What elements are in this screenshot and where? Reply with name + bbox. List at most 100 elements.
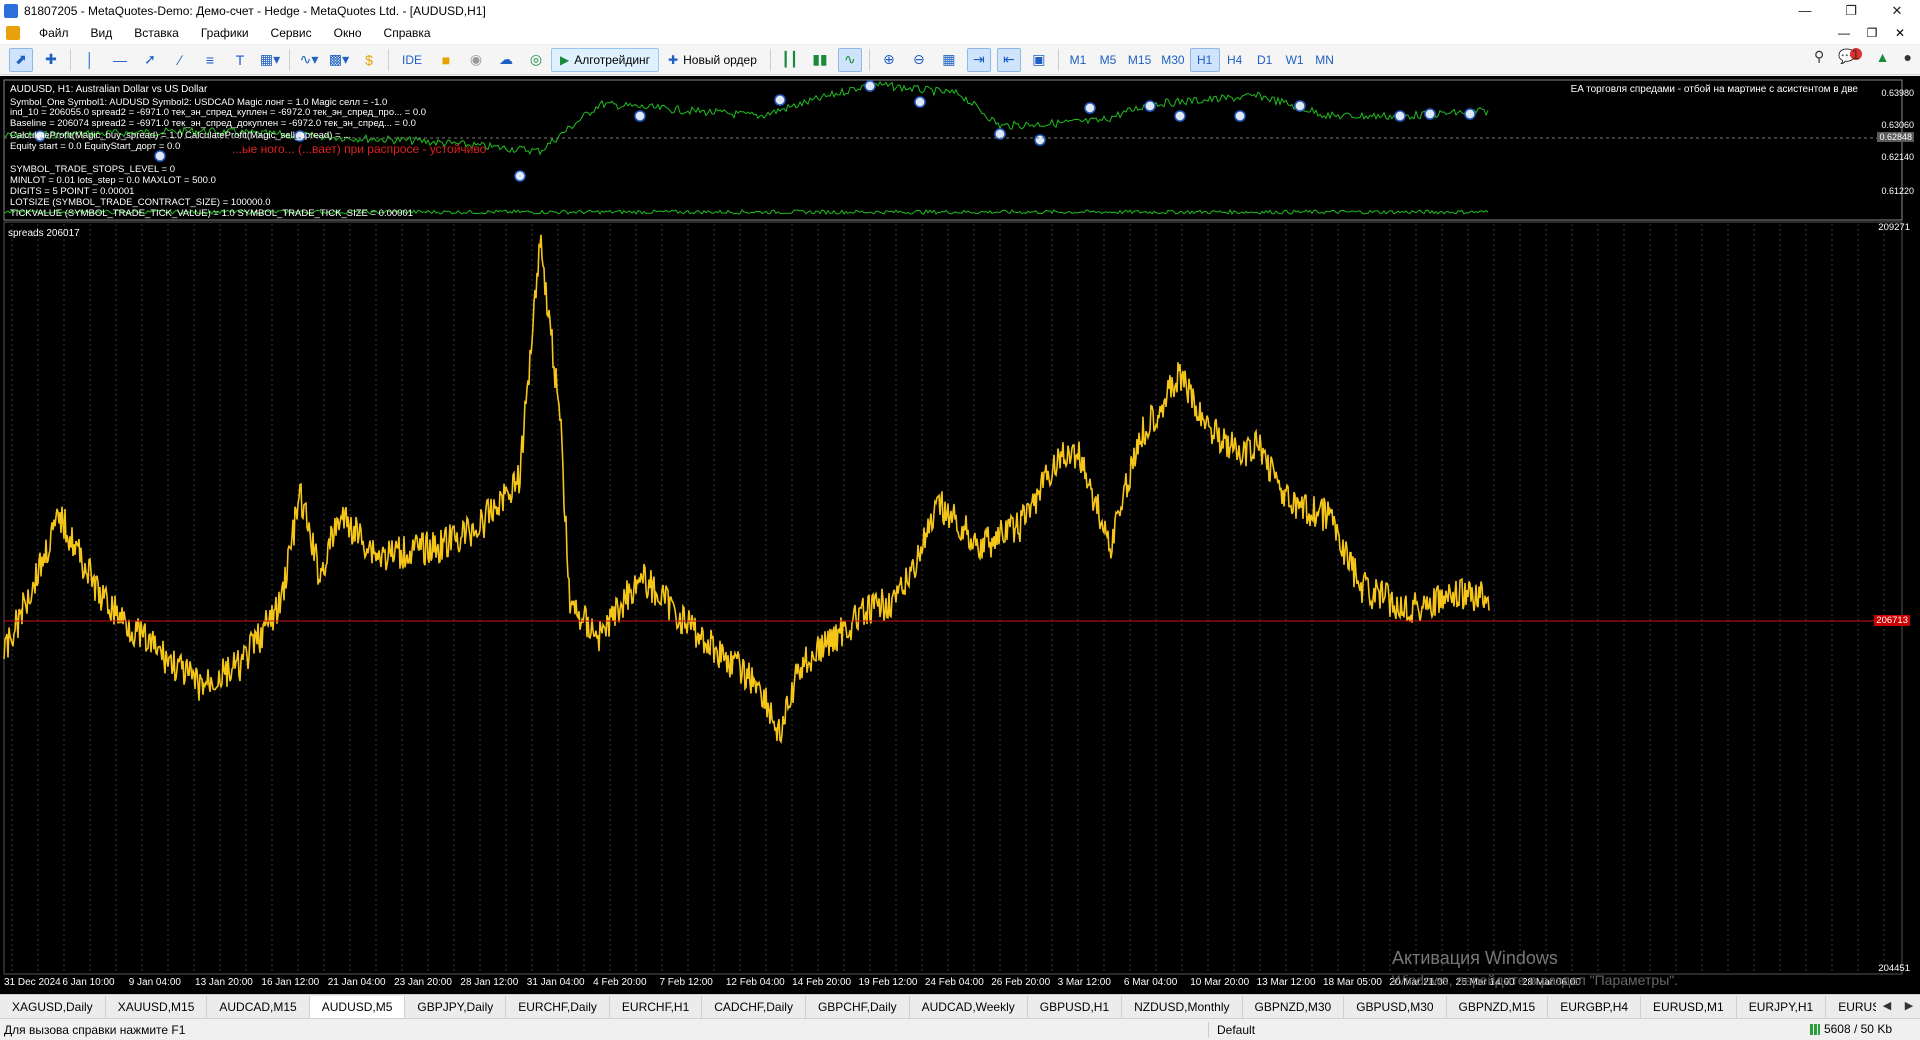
date-axis-label: 7 Feb 12:00 [659, 977, 713, 988]
tab-navigation: ◀ ▶ [1876, 995, 1920, 1017]
date-axis-label: 6 Jan 10:00 [62, 977, 115, 988]
menu-help[interactable]: Справка [373, 26, 442, 40]
new-order-button[interactable]: ✚ Новый ордер [659, 48, 766, 72]
autoscroll-icon[interactable]: ⇥ [966, 47, 991, 72]
account-icon[interactable]: ● [1904, 49, 1912, 65]
info-line: LOTSIZE (SYMBOL_TRADE_CONTRACT_SIZE) = 1… [10, 197, 271, 208]
chart-shift-icon[interactable]: ⇤ [996, 47, 1021, 72]
timeframe-w1[interactable]: W1 [1280, 48, 1310, 72]
screenshot-icon[interactable]: ▣ [1027, 48, 1051, 72]
search-icon[interactable]: ⚲ [1814, 48, 1824, 65]
grid-icon[interactable]: ▦ [937, 48, 961, 72]
trendline-icon[interactable]: ➚ [138, 48, 162, 72]
notifications-icon[interactable]: 💬1 [1838, 47, 1862, 65]
restore-icon[interactable]: ❐ [1828, 0, 1874, 22]
chart-tab[interactable]: EURGBP,H4 [1548, 995, 1642, 1018]
chart-tab[interactable]: AUDUSD,M5 [309, 995, 406, 1018]
line-chart-icon[interactable]: ∿ [837, 47, 862, 72]
algotrading-button[interactable]: ▶ Алготрейдинг [551, 47, 660, 72]
menu-view[interactable]: Вид [80, 26, 124, 40]
trade-marker [864, 80, 876, 92]
templates-icon[interactable]: ▩▾ [327, 48, 351, 72]
mdi-close-icon[interactable]: ✕ [1886, 22, 1914, 44]
chart-tab[interactable]: XAUUSD,M15 [105, 995, 208, 1018]
text-tool-icon[interactable]: T [228, 48, 252, 72]
date-axis-label: 31 Dec 2024 [4, 977, 61, 988]
ide-button[interactable]: IDE [393, 48, 431, 72]
timeframe-mn[interactable]: MN [1310, 48, 1340, 72]
menu-tools[interactable]: Сервис [260, 26, 323, 40]
vertical-line-icon[interactable]: │ [78, 48, 102, 72]
bar-chart-icon[interactable]: ┃┃ [778, 48, 802, 72]
tab-prev-icon[interactable]: ◀ [1876, 995, 1898, 1017]
timeframe-m15[interactable]: M15 [1123, 48, 1156, 72]
chart-tab[interactable]: GBPNZD,M30 [1242, 995, 1345, 1018]
timeframe-h4[interactable]: H4 [1220, 48, 1250, 72]
signals-icon[interactable]: ◉ [464, 48, 488, 72]
cloud-icon[interactable]: ☁ [494, 48, 518, 72]
timeframe-h1[interactable]: H1 [1189, 47, 1220, 72]
chart-tab[interactable]: XAGUSD,Daily [0, 995, 106, 1018]
toolbar: ⬈ ✚ │ — ➚ ∕ ≡ T ▦▾ ∿▾ ▩▾ $ IDE ■ ◉ ☁ ◎ ▶… [0, 45, 1920, 75]
chart-tab[interactable]: NZDUSD,Monthly [1122, 995, 1243, 1018]
indicators-icon[interactable]: ∿▾ [297, 48, 321, 72]
toolbar-separator [868, 48, 870, 71]
zoom-in-icon[interactable]: ⊕ [877, 48, 901, 72]
date-axis-label: 9 Jan 04:00 [128, 977, 181, 988]
indicator-label: spreads 206017 [8, 228, 80, 239]
info-line: Baseline = 206074 spread2 = -6971.0 тек_… [10, 118, 416, 129]
chart-tab[interactable]: GBPNZD,M15 [1446, 995, 1549, 1018]
toolbar-separator [289, 48, 290, 71]
chart-tab[interactable]: AUDCAD,M15 [207, 995, 310, 1018]
menu-charts[interactable]: Графики [190, 26, 260, 40]
status-traffic: 5608 / 50 Kb [1809, 1022, 1892, 1036]
toolbar-right: ⚲ 💬1 ▲ ● [1814, 47, 1912, 65]
date-axis-label: 13 Mar 12:00 [1256, 977, 1316, 988]
toolbar-separator [1057, 48, 1059, 71]
current-price-label: 0.62848 [1877, 132, 1914, 142]
timeframe-d1[interactable]: D1 [1250, 48, 1280, 72]
algotrading-label: Алготрейдинг [574, 52, 651, 67]
mdi-restore-icon[interactable]: ❐ [1858, 22, 1886, 44]
chart-window[interactable]: AUDUSD, H1: Australian Dollar vs US Doll… [0, 76, 1920, 994]
lock-icon[interactable]: ■ [434, 48, 458, 72]
tab-next-icon[interactable]: ▶ [1898, 995, 1920, 1017]
chart-tab[interactable]: GBPUSD,M30 [1344, 995, 1447, 1018]
chart-tab[interactable]: EURCHF,H1 [609, 995, 703, 1018]
channel-icon[interactable]: ∕ [168, 48, 192, 72]
zoom-out-icon[interactable]: ⊖ [907, 48, 931, 72]
cursor-icon[interactable]: ⬈ [9, 47, 33, 72]
chart-tab[interactable]: GBPCHF,Daily [805, 995, 910, 1018]
fibonacci-icon[interactable]: ≡ [198, 48, 222, 72]
trade-marker [1034, 134, 1046, 146]
menu-file[interactable]: Файл [28, 26, 80, 40]
timeframe-m1[interactable]: M1 [1063, 48, 1093, 72]
chart-tab[interactable]: CADCHF,Daily [702, 995, 806, 1018]
horizontal-line-icon[interactable]: — [108, 48, 132, 72]
chart-tab[interactable]: GBPUSD,H1 [1027, 995, 1123, 1018]
menu-insert[interactable]: Вставка [123, 26, 190, 40]
chart-tab[interactable]: AUDCAD,Weekly [909, 995, 1028, 1018]
chart-tab[interactable]: EURUSD,M1 [1641, 995, 1737, 1018]
app-icon [4, 4, 18, 18]
traffic-value: 5608 / 50 Kb [1823, 1022, 1892, 1036]
close-icon[interactable]: ✕ [1874, 0, 1920, 22]
crosshair-icon[interactable]: ✚ [39, 48, 63, 72]
chart-tab[interactable]: EURJPY,H1 [1736, 995, 1827, 1018]
chart-tab[interactable]: EURCHF,Daily [506, 995, 610, 1018]
mdi-minimize-icon[interactable]: — [1830, 22, 1858, 44]
shapes-icon[interactable]: ▦▾ [258, 48, 282, 72]
timeframe-m5[interactable]: M5 [1093, 48, 1123, 72]
chart-window-icon[interactable] [6, 26, 20, 40]
market-icon[interactable]: $ [357, 48, 381, 72]
candlestick-icon[interactable]: ▮▮ [808, 48, 832, 72]
chart-tab[interactable]: GBPJPY,Daily [405, 995, 507, 1018]
minimize-icon[interactable]: — [1782, 0, 1828, 22]
vps-status-icon[interactable]: ▲ [1876, 49, 1890, 65]
timeframe-m30[interactable]: M30 [1156, 48, 1189, 72]
vps-icon[interactable]: ◎ [524, 48, 548, 72]
status-bar: Для вызова справки нажмите F1 Default 56… [0, 1018, 1920, 1040]
status-profile[interactable]: Default [1208, 1022, 1255, 1038]
menu-window[interactable]: Окно [323, 26, 373, 40]
trade-marker [154, 150, 166, 162]
